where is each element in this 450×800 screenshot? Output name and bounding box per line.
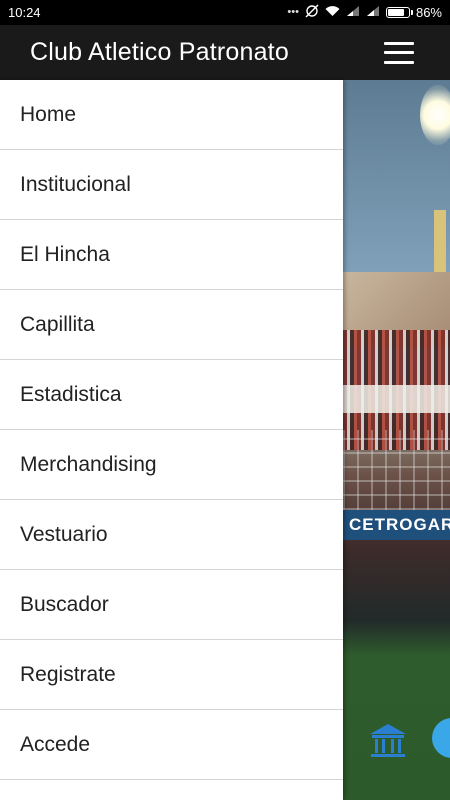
- app-bar: Club Atletico Patronato: [0, 25, 450, 80]
- drawer-item-label: Buscador: [20, 592, 109, 616]
- app-title: Club Atletico Patronato: [30, 38, 289, 66]
- stadium-fence: [343, 430, 450, 510]
- signal-icon: [366, 5, 380, 20]
- drawer-item-label: Home: [20, 102, 77, 126]
- drawer-item-home[interactable]: Home: [0, 80, 343, 150]
- drawer-item-label: Estadistica: [20, 382, 122, 406]
- drawer-item-vestuario[interactable]: Vestuario: [0, 500, 343, 570]
- navigation-drawer: Home Institucional El Hincha Capillita E…: [0, 80, 343, 800]
- drawer-item-label: Institucional: [20, 172, 131, 196]
- ad-board-text: CETROGAR: [349, 515, 450, 534]
- fan-banner: [343, 385, 450, 413]
- battery-level: [387, 9, 405, 16]
- status-icons: ••• 86%: [287, 4, 442, 21]
- drawer-item-institucional[interactable]: Institucional: [0, 150, 343, 220]
- drawer-item-registrate[interactable]: Registrate: [0, 640, 343, 710]
- drawer-item-capillita[interactable]: Capillita: [0, 290, 343, 360]
- wifi-icon: [325, 5, 340, 20]
- drawer-item-label: Vestuario: [20, 522, 108, 546]
- hamburger-menu-icon[interactable]: [384, 41, 414, 64]
- institution-icon[interactable]: [368, 720, 408, 760]
- signal-icon: [346, 5, 360, 20]
- more-dots-icon: •••: [287, 6, 299, 18]
- alarm-off-icon: [305, 4, 319, 21]
- drawer-item-label: Registrate: [20, 662, 116, 686]
- drawer-item-el-hincha[interactable]: El Hincha: [0, 220, 343, 290]
- drawer-item-merchandising[interactable]: Merchandising: [0, 430, 343, 500]
- drawer-item-label: Accede: [20, 732, 91, 756]
- floodlight: [420, 85, 450, 145]
- drawer-item-accede[interactable]: Accede: [0, 710, 343, 780]
- status-bar: 10:24 ••• 86%: [0, 0, 450, 25]
- battery-percent: 86%: [415, 5, 442, 20]
- drawer-item-label: El Hincha: [20, 242, 110, 266]
- status-time: 10:24: [8, 5, 41, 20]
- battery-icon: [385, 7, 413, 18]
- drawer-item-label: Merchandising: [20, 452, 157, 476]
- drawer-item-label: Capillita: [20, 312, 95, 336]
- drawer-item-estadistica[interactable]: Estadistica: [0, 360, 343, 430]
- drawer-item-buscador[interactable]: Buscador: [0, 570, 343, 640]
